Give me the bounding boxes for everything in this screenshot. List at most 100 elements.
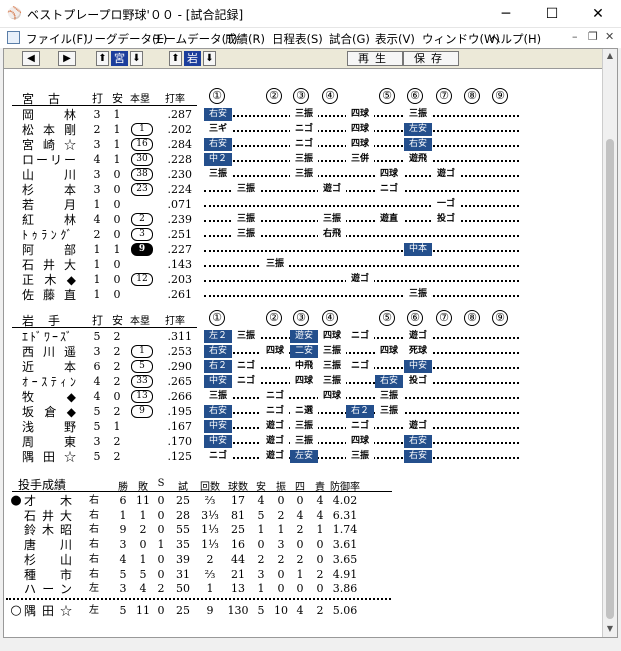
play-button[interactable]: 再生	[347, 51, 403, 66]
at-bat-result[interactable]: 中安	[404, 360, 432, 373]
team2-player-row[interactable]: 浅 野 5 1.167 中安 遊ゴ 三振 ニゴ 遊ゴ	[4, 420, 604, 434]
at-bat-result[interactable]: ニゴ	[204, 450, 232, 463]
at-bat-result[interactable]: 三振	[290, 108, 318, 121]
at-bat-result[interactable]: 三ギ	[204, 123, 232, 136]
at-bat-result[interactable]: 中本	[404, 243, 432, 256]
at-bat-result[interactable]: 左安	[404, 123, 432, 136]
at-bat-result[interactable]: 四球	[290, 375, 318, 388]
at-bat-result[interactable]: 三振	[290, 168, 318, 181]
at-bat-result[interactable]: 投ゴ	[432, 213, 460, 226]
at-bat-result[interactable]: 三併	[346, 153, 374, 166]
next-game-button[interactable]: ▶	[58, 51, 76, 66]
at-bat-result[interactable]: 遊ゴ	[261, 435, 289, 448]
team1-select[interactable]: 宮	[111, 51, 128, 66]
team2-player-row[interactable]: 牧 ◆ 4 0 13 .266 三振 ニゴ 四球 三振	[4, 390, 604, 404]
at-bat-result[interactable]: 右安	[204, 345, 232, 358]
at-bat-result[interactable]: 四球	[318, 330, 346, 343]
at-bat-result[interactable]: ニゴ	[290, 138, 318, 151]
at-bat-result[interactable]: 三振	[204, 390, 232, 403]
team2-player-row[interactable]: ｵｰｽﾃｨﾝ 4 2 33 .265 中安 ニゴ 四球 三振 右安 投ゴ	[4, 375, 604, 389]
at-bat-result[interactable]: ニゴ	[232, 375, 260, 388]
at-bat-result[interactable]: 三振	[290, 435, 318, 448]
at-bat-result[interactable]: 遊ゴ	[261, 420, 289, 433]
scroll-down-icon[interactable]: ▼	[603, 622, 617, 636]
at-bat-result[interactable]: 中安	[204, 375, 232, 388]
at-bat-result[interactable]: ニゴ	[232, 360, 260, 373]
at-bat-result[interactable]: 右安	[204, 138, 232, 151]
at-bat-result[interactable]: 三振	[232, 213, 260, 226]
team1-player-row[interactable]: ローリー 4 1 30 .228 中２ 三振 三併 遊飛	[4, 153, 604, 167]
team2-up-button[interactable]: ⬆	[169, 51, 182, 66]
pitcher-row[interactable]: 鈴木昭右 9 2 0 55 1⅓ 25 1 1 2 1 1.74	[4, 523, 604, 537]
at-bat-result[interactable]: 中安	[204, 420, 232, 433]
minimize-button[interactable]: ─	[483, 0, 529, 28]
at-bat-result[interactable]: 遊ゴ	[404, 330, 432, 343]
mdi-close-button[interactable]: ✕	[605, 30, 614, 43]
at-bat-result[interactable]: ニゴ	[346, 330, 374, 343]
at-bat-result[interactable]: 三振	[404, 288, 432, 301]
at-bat-result[interactable]: 四球	[346, 435, 374, 448]
pitcher-row[interactable]: ● 才 木右 6 11 0 25 ⅔ 17 4 0 0 4 4.02	[4, 494, 604, 509]
at-bat-result[interactable]: 遊ゴ	[346, 273, 374, 286]
team2-select[interactable]: 岩	[184, 51, 201, 66]
at-bat-result[interactable]: 右２	[204, 360, 232, 373]
at-bat-result[interactable]: 四球	[375, 345, 403, 358]
team1-player-row[interactable]: 石井大 1 0 .143 三振	[4, 258, 604, 272]
menu-help[interactable]: ヘルプ(H)	[489, 31, 541, 47]
at-bat-result[interactable]: 一ゴ	[432, 198, 460, 211]
menu-stats[interactable]: 成績(R)	[225, 31, 265, 47]
at-bat-result[interactable]: 右２	[346, 405, 374, 418]
team1-player-row[interactable]: 阿 部 1 1 9.227 中本	[4, 243, 604, 257]
team1-up-button[interactable]: ⬆	[96, 51, 109, 66]
at-bat-result[interactable]: 三振	[290, 153, 318, 166]
team1-player-row[interactable]: 宮崎☆ 3 1 16 .284 右安 ニゴ 四球 右安	[4, 138, 604, 152]
at-bat-result[interactable]: 死球	[404, 345, 432, 358]
at-bat-result[interactable]: ニゴ	[346, 420, 374, 433]
at-bat-result[interactable]: 三振	[232, 330, 260, 343]
at-bat-result[interactable]: 遊安	[290, 330, 318, 343]
at-bat-result[interactable]: 三振	[261, 258, 289, 271]
at-bat-result[interactable]: 遊ゴ	[432, 168, 460, 181]
team2-player-row[interactable]: 周 東 3 2 .170 中安 遊ゴ 三振 四球 右安	[4, 435, 604, 449]
at-bat-result[interactable]: 遊ゴ	[318, 183, 346, 196]
team1-player-row[interactable]: 岡 林 3 1 .287 右安 三振 四球 三振	[4, 108, 604, 122]
team1-player-row[interactable]: 佐藤直 1 0 .261 三振	[4, 288, 604, 302]
at-bat-result[interactable]: 四球	[346, 138, 374, 151]
at-bat-result[interactable]: 左２	[204, 330, 232, 343]
at-bat-result[interactable]: 中２	[204, 153, 232, 166]
at-bat-result[interactable]: 四球	[261, 345, 289, 358]
mdi-restore-button[interactable]: ❐	[588, 30, 598, 43]
pitcher-row[interactable]: 杉 山右 4 1 0 39 2 44 2 2 2 0 3.65	[4, 553, 604, 567]
at-bat-result[interactable]: 右安	[204, 108, 232, 121]
scrollbar-thumb[interactable]	[606, 139, 614, 619]
team1-player-row[interactable]: 正木◆ 1 0 12 .203 遊ゴ	[4, 273, 604, 287]
vertical-scrollbar[interactable]: ▲ ▼	[602, 49, 617, 637]
at-bat-result[interactable]: 三振	[318, 345, 346, 358]
at-bat-result[interactable]: 左安	[290, 450, 318, 463]
at-bat-result[interactable]: 中飛	[290, 360, 318, 373]
at-bat-result[interactable]: 四球	[346, 123, 374, 136]
at-bat-result[interactable]: 二安	[290, 345, 318, 358]
save-button[interactable]: 保存	[403, 51, 459, 66]
team2-player-row[interactable]: ｴﾄﾞﾜｰｽﾞ 5 2 .311 左２ 三振 遊安 四球 ニゴ 遊ゴ	[4, 330, 604, 344]
at-bat-result[interactable]: 三振	[404, 108, 432, 121]
at-bat-result[interactable]: ニゴ	[261, 405, 289, 418]
at-bat-result[interactable]: 三振	[318, 375, 346, 388]
at-bat-result[interactable]: 三振	[204, 168, 232, 181]
winning-pitcher-row[interactable]: ○ 隅田☆ 左 5 11 0 25 9 130 5 10 4 2 5.06	[4, 604, 604, 619]
prev-game-button[interactable]: ◀	[22, 51, 40, 66]
at-bat-result[interactable]: ニゴ	[346, 360, 374, 373]
pitcher-row[interactable]: 唐 川右 3 0 1 35 1⅓ 16 0 3 0 0 3.61	[4, 538, 604, 552]
at-bat-result[interactable]: 遊ゴ	[404, 420, 432, 433]
scroll-up-icon[interactable]: ▲	[603, 49, 617, 63]
mdi-minimize-button[interactable]: –	[572, 30, 578, 43]
maximize-button[interactable]: ☐	[529, 0, 575, 28]
at-bat-result[interactable]: 三振	[375, 405, 403, 418]
at-bat-result[interactable]: 三振	[318, 213, 346, 226]
at-bat-result[interactable]: 右安	[404, 138, 432, 151]
at-bat-result[interactable]: 投ゴ	[404, 375, 432, 388]
close-button[interactable]: ✕	[575, 0, 621, 28]
at-bat-result[interactable]: 三振	[290, 420, 318, 433]
team1-player-row[interactable]: 紅 林 4 0 2 .239 三振 三振 遊直 投ゴ	[4, 213, 604, 227]
at-bat-result[interactable]: 右安	[404, 435, 432, 448]
